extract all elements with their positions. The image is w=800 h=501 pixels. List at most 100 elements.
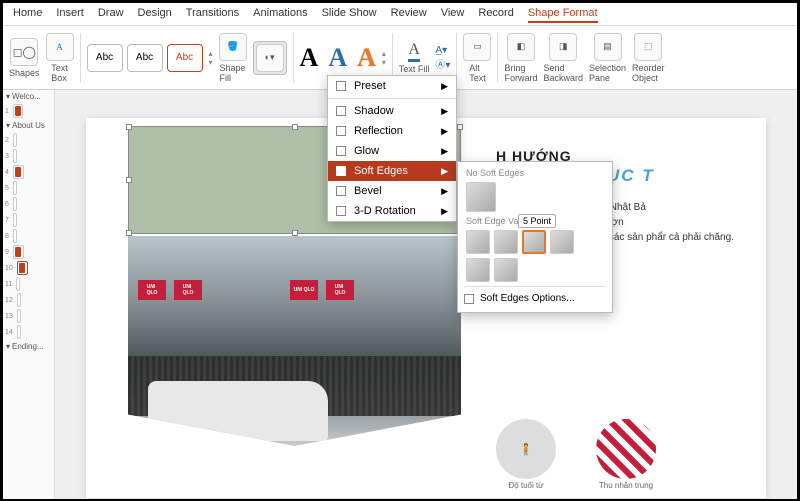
slide-thumb[interactable] — [17, 261, 28, 275]
soft-edge-variation[interactable] — [466, 230, 490, 254]
text-fill-button[interactable]: A Text Fill — [399, 41, 430, 74]
shape-fill-button[interactable]: 🪣 Shape Fill — [219, 33, 247, 83]
tab-design[interactable]: Design — [138, 7, 172, 23]
soft-edge-variation[interactable] — [466, 258, 490, 282]
shape-fill-label: Shape Fill — [220, 63, 246, 83]
shape-styles-gallery[interactable]: Abc Abc Abc — [87, 44, 203, 72]
slide-thumb[interactable] — [13, 213, 17, 227]
soft-edge-variation[interactable] — [494, 230, 518, 254]
slide-thumb[interactable] — [13, 229, 17, 243]
slide-thumb[interactable] — [17, 309, 21, 323]
bucket-icon: 🪣 — [219, 33, 247, 61]
menu-item-bevel[interactable]: Bevel▶ — [328, 181, 456, 201]
store-sign: UNI QLO — [290, 280, 318, 300]
menu-item-preset[interactable]: Preset▶ — [328, 76, 456, 96]
effects-icon: ◐▾ — [256, 44, 284, 72]
tab-record[interactable]: Record — [478, 7, 513, 23]
soft-edge-variation[interactable] — [522, 230, 546, 254]
slide-thumb[interactable] — [13, 245, 24, 259]
shape-effects-button[interactable]: ◐▾ — [253, 41, 287, 75]
slide-thumb[interactable] — [13, 165, 24, 179]
forward-icon: ◧ — [507, 33, 535, 61]
bring-forward-button[interactable]: ◧ Bring Forward — [504, 33, 537, 83]
avatar: 🧍 — [496, 419, 556, 479]
soft-edge-variation[interactable] — [550, 230, 574, 254]
menu-item-3drotation[interactable]: 3-D Rotation▶ — [328, 201, 456, 221]
alttext-icon: ▭ — [463, 33, 491, 61]
textbox-label: Text Box — [51, 63, 68, 83]
menu-item-shadow[interactable]: Shadow▶ — [328, 101, 456, 121]
ribbon-tabs: Home Insert Draw Design Transitions Anim… — [3, 3, 797, 26]
tooltip: 5 Point — [518, 214, 556, 228]
send-backward-button[interactable]: ◨ Send Backward — [543, 33, 583, 83]
options-label: Soft Edges Options... — [480, 293, 575, 304]
tab-home[interactable]: Home — [13, 7, 42, 23]
store-sign: UNI QLO — [174, 280, 202, 300]
style-swatch[interactable]: Abc — [87, 44, 123, 72]
slide-thumb[interactable] — [13, 197, 17, 211]
submenu-arrow-icon: ▶ — [441, 166, 448, 177]
slide-thumb[interactable] — [17, 293, 21, 307]
tab-transitions[interactable]: Transitions — [186, 7, 239, 23]
tab-insert[interactable]: Insert — [56, 7, 84, 23]
section-label: About Us — [12, 121, 45, 130]
slide-thumb[interactable] — [13, 181, 17, 195]
slide-thumb[interactable] — [16, 277, 20, 291]
wordart-gallery[interactable]: A A A — [300, 43, 376, 73]
wordart-style[interactable]: A — [300, 43, 319, 73]
text-effects-icon[interactable]: Ⓐ▾ — [435, 56, 450, 71]
text-outline-effects[interactable]: A̲▾ Ⓐ▾ — [435, 45, 450, 71]
alt-text-button[interactable]: ▭ Alt Text — [463, 33, 491, 83]
tab-shapeformat[interactable]: Shape Format — [528, 7, 598, 23]
soft-edges-options[interactable]: Soft Edges Options... — [464, 293, 606, 304]
textbox-button[interactable]: A Text Box — [46, 33, 74, 83]
tab-animations[interactable]: Animations — [253, 7, 307, 23]
gallery-scroll[interactable]: ▴▾ — [209, 49, 213, 67]
slide-thumb[interactable] — [13, 104, 23, 118]
person-block: 🧍 Độ tuổi từ — [496, 419, 556, 490]
menu-item-reflection[interactable]: Reflection▶ — [328, 121, 456, 141]
text-fill-label: Text Fill — [399, 64, 430, 74]
tab-review[interactable]: Review — [391, 7, 427, 23]
menu-item-glow[interactable]: Glow▶ — [328, 141, 456, 161]
tab-slideshow[interactable]: Slide Show — [322, 7, 377, 23]
caption: Độ tuổi từ — [496, 481, 556, 490]
store-sign: UNI QLO — [326, 280, 354, 300]
section-header[interactable]: ▾About Us — [3, 119, 54, 132]
menu-item-softedges[interactable]: Soft Edges ▶ — [328, 161, 456, 181]
person-block: Thu nhân trung — [596, 419, 656, 490]
submenu-header: No Soft Edges — [466, 168, 604, 178]
alt-text-label: Alt Text — [469, 63, 486, 83]
wordart-style[interactable]: A — [357, 43, 376, 73]
selection-pane-label: Selection Pane — [589, 63, 626, 83]
section-header[interactable]: ▾Welco... — [3, 90, 54, 103]
selectionpane-icon: ▤ — [594, 33, 622, 61]
style-swatch[interactable]: Abc — [127, 44, 163, 72]
textfill-icon: A — [408, 41, 420, 62]
chevron-down-icon: ▾ — [6, 342, 10, 351]
reorder-objects-button[interactable]: ⬚ Reorder Object — [632, 33, 665, 83]
soft-edge-none[interactable] — [466, 182, 496, 212]
menu-label: Glow — [354, 145, 379, 157]
caption: Thu nhân trung — [596, 481, 656, 490]
tab-view[interactable]: View — [441, 7, 465, 23]
slide-thumb[interactable] — [17, 325, 21, 339]
text-outline-icon[interactable]: A̲▾ — [435, 45, 450, 56]
gallery-scroll[interactable]: ▴▾ — [382, 49, 386, 67]
section-header[interactable]: ▾Ending... — [3, 340, 54, 353]
menu-label: Soft Edges — [354, 165, 408, 177]
tab-draw[interactable]: Draw — [98, 7, 124, 23]
slide-thumb[interactable] — [13, 149, 17, 163]
menu-label: Shadow — [354, 105, 394, 117]
soft-edge-variation[interactable] — [494, 258, 518, 282]
selection-pane-button[interactable]: ▤ Selection Pane — [589, 33, 626, 83]
wordart-style[interactable]: A — [328, 43, 347, 73]
backward-icon: ◨ — [549, 33, 577, 61]
shape-effects-menu: Preset▶ Shadow▶ Reflection▶ Glow▶ Soft E… — [327, 75, 457, 222]
style-swatch[interactable]: Abc — [167, 44, 203, 72]
section-label: Ending... — [12, 342, 44, 351]
slide-thumb[interactable] — [13, 133, 17, 147]
textbox-icon: A — [46, 33, 74, 61]
shapes-button[interactable]: ◻◯ Shapes — [9, 38, 40, 78]
reorder-label: Reorder Object — [632, 63, 665, 83]
